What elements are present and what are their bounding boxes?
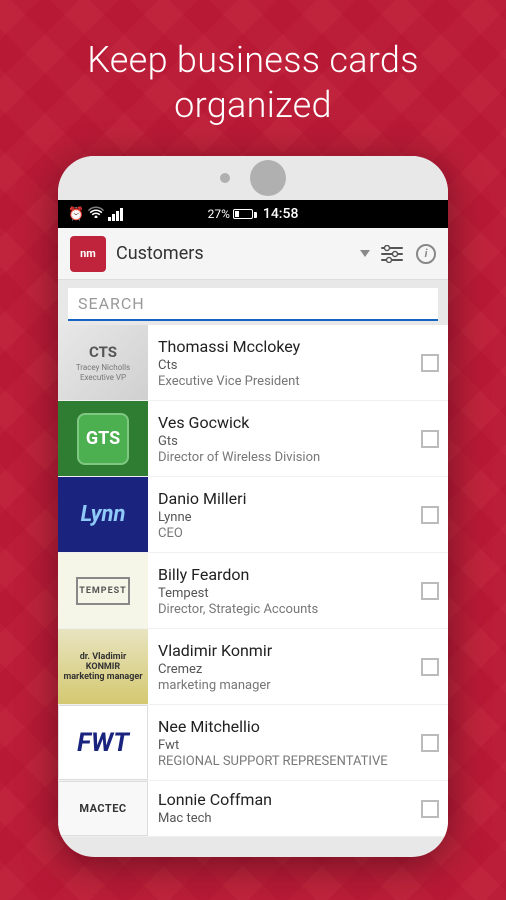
hero-line1: Keep business cards <box>87 39 419 81</box>
card-thumbnail-mactec: MACTEC <box>58 781 148 836</box>
info-icon[interactable]: i <box>416 244 436 264</box>
contact-checkbox[interactable] <box>412 705 448 780</box>
contact-info: Thomassi Mcclokey Cts Executive Vice Pre… <box>148 325 412 400</box>
contact-title: CEO <box>158 526 402 541</box>
search-bar[interactable]: SEARCH <box>68 288 438 321</box>
toolbar-title: Customers <box>116 243 346 264</box>
contact-checkbox[interactable] <box>412 553 448 628</box>
contact-company: Cremez <box>158 662 402 677</box>
toolbar-actions: i <box>380 242 436 266</box>
wifi-icon <box>88 206 104 222</box>
info-text: i <box>425 247 428 260</box>
list-item[interactable]: Lynn Danio Milleri Lynne CEO <box>58 477 448 553</box>
contact-name: Ves Gocwick <box>158 413 402 432</box>
contact-name: Billy Feardon <box>158 565 402 584</box>
card-thumbnail-tempest: TEMPEST <box>58 553 148 628</box>
contact-checkbox[interactable] <box>412 781 448 836</box>
list-item[interactable]: GTS Ves Gocwick Gts Director of Wireless… <box>58 401 448 477</box>
checkbox[interactable] <box>421 430 439 448</box>
list-item[interactable]: dr. VladimirKONMIRmarketing manager Vlad… <box>58 629 448 705</box>
contact-checkbox[interactable] <box>412 325 448 400</box>
app-logo-text: nm <box>80 248 96 259</box>
checkbox[interactable] <box>421 582 439 600</box>
phone-wrapper: ⏰ <box>0 156 506 857</box>
status-time: 14:58 <box>263 206 299 222</box>
phone-top-bar <box>58 156 448 200</box>
battery-percent: 27% <box>208 207 230 221</box>
hero-text: Keep business cards organized <box>0 0 506 156</box>
contact-list: CTS Tracey NichollsExecutive VP Thomassi… <box>58 325 448 837</box>
list-item[interactable]: CTS Tracey NichollsExecutive VP Thomassi… <box>58 325 448 401</box>
signal-bars <box>108 207 123 221</box>
alarm-icon: ⏰ <box>68 207 84 222</box>
list-item[interactable]: MACTEC Lonnie Coffman Mac tech <box>58 781 448 837</box>
front-camera <box>220 173 230 183</box>
status-time-area: 27% 14:58 <box>208 206 299 222</box>
contact-info: Vladimir Konmir Cremez marketing manager <box>148 629 412 704</box>
list-item[interactable]: FWT Nee Mitchellio Fwt REGIONAL SUPPORT … <box>58 705 448 781</box>
contact-title: Executive Vice President <box>158 374 402 389</box>
contact-title: Director of Wireless Division <box>158 450 402 465</box>
app-toolbar: nm Customers i <box>58 228 448 280</box>
contact-name: Danio Milleri <box>158 489 402 508</box>
search-placeholder: SEARCH <box>78 294 145 313</box>
contact-company: Cts <box>158 358 402 373</box>
contact-company: Fwt <box>158 738 402 753</box>
battery-icon <box>233 209 253 219</box>
card-thumbnail-cts: CTS Tracey NichollsExecutive VP <box>58 325 148 400</box>
contact-name: Lonnie Coffman <box>158 790 402 809</box>
contact-info: Billy Feardon Tempest Director, Strategi… <box>148 553 412 628</box>
list-item[interactable]: TEMPEST Billy Feardon Tempest Director, … <box>58 553 448 629</box>
contact-checkbox[interactable] <box>412 401 448 476</box>
checkbox[interactable] <box>421 800 439 818</box>
contact-info: Nee Mitchellio Fwt REGIONAL SUPPORT REPR… <box>148 705 412 780</box>
app-logo[interactable]: nm <box>70 236 106 272</box>
hero-line2: organized <box>174 84 332 126</box>
status-icons-left: ⏰ <box>68 206 123 222</box>
card-thumbnail-lynn: Lynn <box>58 477 148 552</box>
checkbox[interactable] <box>421 354 439 372</box>
contact-checkbox[interactable] <box>412 629 448 704</box>
card-thumbnail-gts: GTS <box>58 401 148 476</box>
sort-triangle-icon[interactable] <box>360 250 370 257</box>
card-thumbnail-konmir: dr. VladimirKONMIRmarketing manager <box>58 629 148 704</box>
checkbox[interactable] <box>421 506 439 524</box>
earpiece-speaker <box>250 160 286 196</box>
contact-name: Thomassi Mcclokey <box>158 337 402 356</box>
contact-info: Ves Gocwick Gts Director of Wireless Div… <box>148 401 412 476</box>
contact-company: Mac tech <box>158 811 402 826</box>
contact-title: REGIONAL SUPPORT REPRESENTATIVE <box>158 754 402 769</box>
contact-name: Nee Mitchellio <box>158 717 402 736</box>
contact-company: Gts <box>158 434 402 449</box>
contact-title: marketing manager <box>158 678 402 693</box>
contact-title: Director, Strategic Accounts <box>158 602 402 617</box>
contact-company: Tempest <box>158 586 402 601</box>
phone-device: ⏰ <box>58 156 448 857</box>
checkbox[interactable] <box>421 734 439 752</box>
checkbox[interactable] <box>421 658 439 676</box>
battery-indicator: 27% <box>208 207 253 221</box>
card-thumbnail-fwt: FWT <box>58 705 148 780</box>
filter-icon[interactable] <box>380 242 404 266</box>
contact-info: Danio Milleri Lynne CEO <box>148 477 412 552</box>
contact-name: Vladimir Konmir <box>158 641 402 660</box>
contact-checkbox[interactable] <box>412 477 448 552</box>
status-bar: ⏰ <box>58 200 448 228</box>
contact-info: Lonnie Coffman Mac tech <box>148 781 412 836</box>
contact-company: Lynne <box>158 510 402 525</box>
